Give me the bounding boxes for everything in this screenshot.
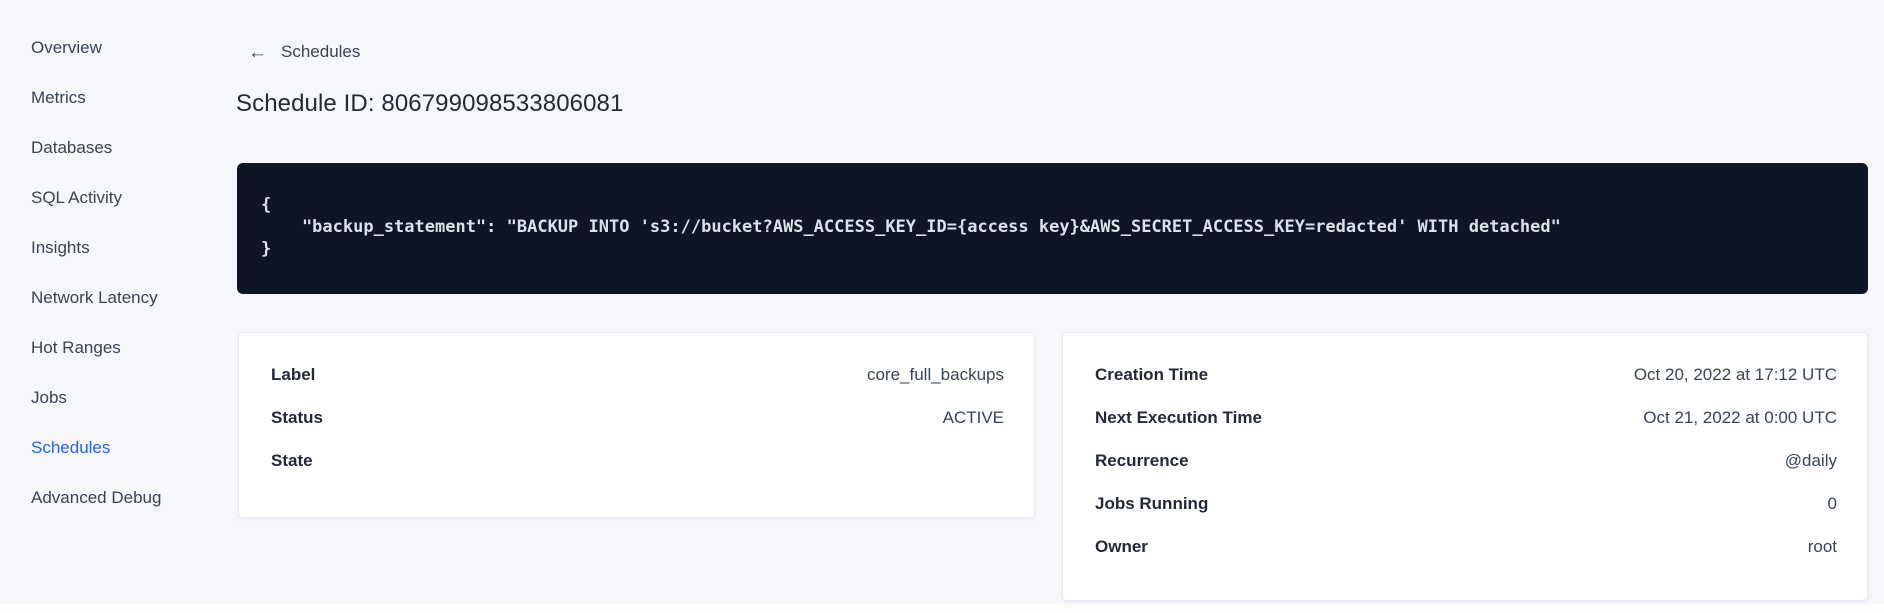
- code-line: {: [261, 195, 272, 215]
- detail-label: Label: [271, 364, 316, 384]
- back-link[interactable]: ← Schedules: [248, 42, 360, 62]
- sidebar-item-insights[interactable]: Insights: [0, 223, 230, 273]
- detail-value: @daily: [1784, 450, 1837, 470]
- schedule-status-card: Label core_full_backups Status ACTIVE St…: [238, 332, 1035, 518]
- sidebar-item-jobs[interactable]: Jobs: [0, 373, 230, 423]
- schedule-timing-card: Creation Time Oct 20, 2022 at 17:12 UTC …: [1062, 332, 1868, 601]
- detail-label: Status: [271, 407, 323, 427]
- code-line: "backup_statement": "BACKUP INTO 's3://b…: [261, 217, 1561, 237]
- back-arrow-icon: ←: [248, 41, 267, 63]
- detail-label: Jobs Running: [1095, 493, 1209, 513]
- detail-label: Creation Time: [1095, 364, 1209, 384]
- back-link-label: Schedules: [281, 42, 361, 61]
- page-title: Schedule ID: 806799098533806081: [236, 90, 624, 117]
- detail-row-status: Status ACTIVE: [239, 396, 1034, 439]
- sidebar-item-sql-activity[interactable]: SQL Activity: [0, 173, 230, 223]
- detail-label: Next Execution Time: [1095, 407, 1262, 427]
- detail-value: 0: [1827, 493, 1837, 513]
- detail-value: Oct 21, 2022 at 0:00 UTC: [1643, 407, 1837, 427]
- sidebar-nav: Overview Metrics Databases SQL Activity …: [0, 0, 230, 613]
- sidebar-item-metrics[interactable]: Metrics: [0, 73, 230, 123]
- detail-label: Recurrence: [1095, 450, 1189, 470]
- sidebar-item-databases[interactable]: Databases: [0, 123, 230, 173]
- bottom-edge-strip: [0, 604, 1884, 613]
- detail-label: State: [271, 450, 313, 470]
- sidebar-item-schedules[interactable]: Schedules: [0, 423, 230, 473]
- detail-row-recurrence: Recurrence @daily: [1063, 439, 1867, 482]
- schedule-details-page: Overview Metrics Databases SQL Activity …: [0, 0, 1884, 613]
- detail-value: core_full_backups: [866, 364, 1004, 384]
- detail-row-creation-time: Creation Time Oct 20, 2022 at 17:12 UTC: [1063, 353, 1867, 396]
- detail-value: root: [1807, 536, 1837, 556]
- detail-value: ACTIVE: [942, 407, 1004, 427]
- detail-label: Owner: [1095, 536, 1148, 556]
- detail-row-jobs-running: Jobs Running 0: [1063, 482, 1867, 525]
- detail-row-label: Label core_full_backups: [239, 353, 1034, 396]
- schedule-definition-code: { "backup_statement": "BACKUP INTO 's3:/…: [237, 163, 1868, 294]
- detail-row-next-execution-time: Next Execution Time Oct 21, 2022 at 0:00…: [1063, 396, 1867, 439]
- sidebar-item-advanced-debug[interactable]: Advanced Debug: [0, 473, 230, 523]
- sidebar-item-hot-ranges[interactable]: Hot Ranges: [0, 323, 230, 373]
- code-line: }: [261, 239, 272, 259]
- detail-row-owner: Owner root: [1063, 525, 1867, 568]
- sidebar-item-overview[interactable]: Overview: [0, 23, 230, 73]
- detail-row-state: State: [239, 439, 1034, 482]
- detail-value: Oct 20, 2022 at 17:12 UTC: [1633, 364, 1837, 384]
- sidebar-item-network-latency[interactable]: Network Latency: [0, 273, 230, 323]
